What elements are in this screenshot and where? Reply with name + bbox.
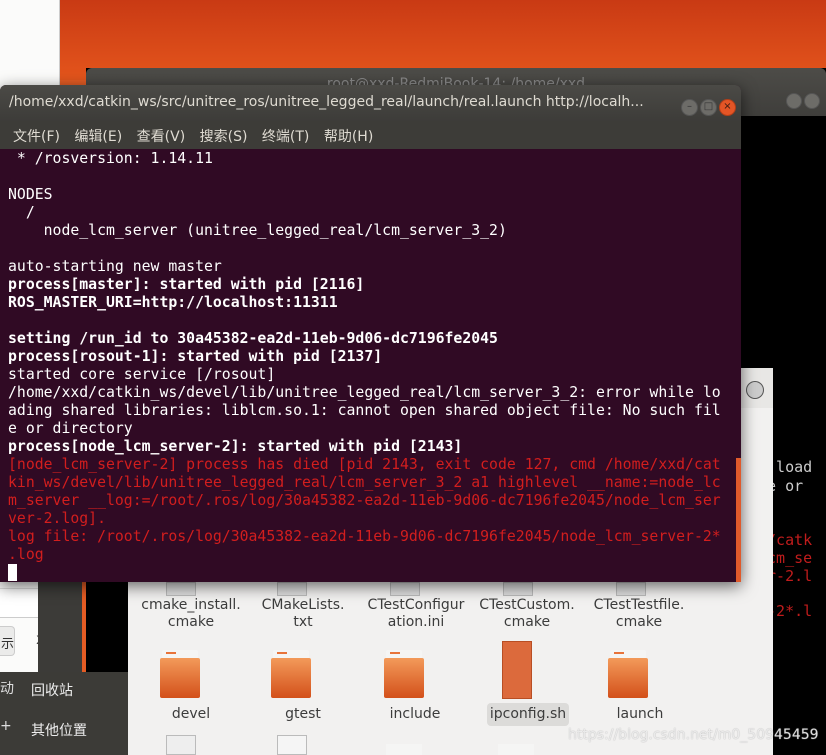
file-item-launch[interactable]: launch xyxy=(590,706,690,723)
file-icon xyxy=(503,582,533,596)
file-icon xyxy=(390,582,420,596)
file-manager-sidebar: 动 回收站 + 其他位置 xyxy=(0,672,128,755)
folder-icon xyxy=(386,744,422,755)
folder-icon[interactable] xyxy=(384,650,424,698)
menu-help[interactable]: 帮助(H) xyxy=(324,129,373,145)
sidebar-item-trash[interactable]: 回收站 xyxy=(31,680,73,700)
terminal-line: node_lcm_server (unitree_legged_real/lcm… xyxy=(8,222,507,239)
back-terminal-window-buttons xyxy=(786,93,822,113)
terminal-scrollbar[interactable] xyxy=(736,458,741,582)
terminal-line: ver-2.log]. xyxy=(8,510,106,527)
file-item[interactable]: CTestConfigur ation.ini xyxy=(366,597,466,631)
terminal-line: ROS_MASTER_URI=http://localhost:11311 xyxy=(8,294,338,311)
folder-icon xyxy=(498,744,534,755)
terminal-line: [node_lcm_server-2] process has died [pi… xyxy=(8,456,721,473)
terminal-window-buttons: – □ × xyxy=(681,94,738,116)
minimize-icon[interactable] xyxy=(786,93,802,109)
close-icon[interactable] xyxy=(746,381,764,399)
minimize-icon[interactable]: – xyxy=(681,99,698,116)
folder-icon[interactable] xyxy=(160,650,200,698)
menu-view[interactable]: 查看(V) xyxy=(137,129,186,145)
watermark: https://blog.csdn.net/m0_50945459 xyxy=(568,727,819,743)
file-icon xyxy=(277,735,307,755)
terminal-line: .log xyxy=(8,546,44,563)
terminal-line: NODES xyxy=(8,186,53,203)
file-item-ipconfig[interactable]: ipconfig.sh xyxy=(478,706,578,723)
terminal-title[interactable]: /home/xxd/catkin_ws/src/unitree_ros/unit… xyxy=(0,85,741,121)
script-file-icon[interactable] xyxy=(502,641,532,699)
file-icon xyxy=(166,735,196,755)
file-item[interactable]: CMakeLists. txt xyxy=(253,597,353,631)
terminal-output[interactable]: * /rosversion: 1.14.11 NODES / node_lcm_s… xyxy=(0,149,736,582)
terminal-line: log file: /root/.ros/log/30a45382-ea2d-1… xyxy=(8,528,721,545)
left-dialog-button[interactable]: 示 xyxy=(0,626,15,656)
file-item[interactable]: CTestCustom. cmake xyxy=(477,597,577,631)
folder-icon[interactable] xyxy=(608,650,648,698)
terminal-line: process[rosout-1]: started with pid [213… xyxy=(8,348,383,365)
menu-terminal[interactable]: 终端(T) xyxy=(262,129,309,145)
terminal-line: / xyxy=(8,204,35,221)
file-icon xyxy=(166,582,196,596)
menu-file[interactable]: 文件(F) xyxy=(13,129,60,145)
sidebar-item-other-locations[interactable]: 其他位置 xyxy=(31,720,87,740)
file-icon xyxy=(277,582,307,596)
close-icon[interactable]: × xyxy=(719,99,736,116)
file-item-gtest[interactable]: gtest xyxy=(253,706,353,723)
terminal-line: process[node_lcm_server-2]: started with… xyxy=(8,438,463,455)
maximize-icon[interactable]: □ xyxy=(700,99,717,116)
file-manager-titlebar[interactable] xyxy=(740,368,773,408)
file-item-include[interactable]: include xyxy=(365,706,465,723)
terminal-line: kin_ws/devel/lib/unitree_legged_real/lcm… xyxy=(8,474,721,491)
file-item[interactable]: CTestTestfile. cmake xyxy=(589,597,689,631)
file-item-devel[interactable]: devel xyxy=(141,706,241,723)
terminal-line: * /rosversion: 1.14.11 xyxy=(8,150,213,167)
terminal-menubar: 文件(F) 编辑(E) 查看(V) 搜索(S) 终端(T) 帮助(H) xyxy=(0,121,741,149)
file-icon xyxy=(616,582,646,596)
terminal-line: ading shared libraries: liblcm.so.1: can… xyxy=(8,402,721,419)
terminal-line: e or directory xyxy=(8,420,133,437)
terminal-line: auto-starting new master xyxy=(8,258,222,275)
terminal-line: started core service [/rosout] xyxy=(8,366,276,383)
terminal-line: process[master]: started with pid [2116] xyxy=(8,276,365,293)
menu-search[interactable]: 搜索(S) xyxy=(200,129,248,145)
terminal-line: /home/xxd/catkin_ws/devel/lib/unitree_le… xyxy=(8,384,721,401)
maximize-icon[interactable] xyxy=(804,93,820,109)
terminal-prompt-line xyxy=(8,564,736,582)
folder-icon[interactable] xyxy=(271,650,311,698)
terminal-cursor xyxy=(8,564,17,581)
file-item[interactable]: cmake_install. cmake xyxy=(141,597,241,631)
terminal-line: setting /run_id to 30a45382-ea2d-11eb-9d… xyxy=(8,330,498,347)
terminal-line: m_server __log:=/root/.ros/log/30a45382-… xyxy=(8,492,721,509)
plus-icon: + xyxy=(0,718,12,734)
menu-edit[interactable]: 编辑(E) xyxy=(74,129,122,145)
trash-icon: 动 xyxy=(0,681,14,697)
